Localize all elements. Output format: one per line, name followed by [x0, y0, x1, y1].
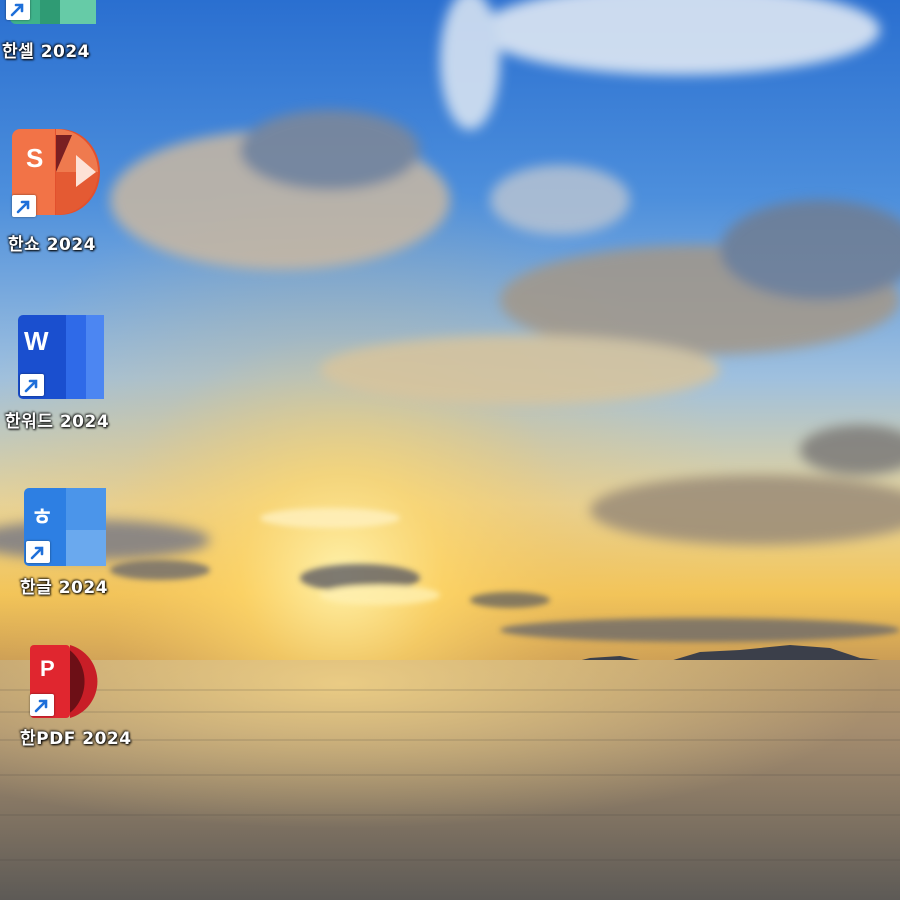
- hanshow-icon: S: [0, 125, 130, 225]
- svg-text:W: W: [24, 326, 49, 356]
- shortcut-label: 한PDF 2024: [20, 729, 132, 749]
- svg-text:ㅎ: ㅎ: [31, 503, 53, 531]
- shortcut-arrow-icon: [20, 374, 44, 396]
- shortcut-arrow-icon: [26, 541, 50, 563]
- hangul-icon: ㅎ: [0, 485, 130, 585]
- shortcut-label: 한글 2024: [20, 578, 109, 598]
- svg-text:P: P: [40, 656, 55, 681]
- svg-text:S: S: [26, 143, 43, 173]
- hanword-icon: W: [0, 312, 130, 412]
- shortcut-hangul[interactable]: ㅎ 한글 2024: [0, 485, 130, 615]
- shortcut-hanpdf[interactable]: P 한PDF 2024: [0, 642, 131, 772]
- desktop-wallpaper: [0, 0, 900, 900]
- shortcut-label: 한워드 2024: [5, 412, 110, 432]
- shortcut-arrow-icon: [30, 694, 54, 716]
- shortcut-hanword[interactable]: W 한워드 2024: [0, 312, 130, 442]
- shortcut-label: 한쇼 2024: [8, 235, 97, 255]
- shortcut-hanshow[interactable]: S 한쇼 2024: [0, 125, 130, 255]
- hancell-icon: [0, 0, 130, 40]
- shortcut-hancell[interactable]: 한셀 2024: [0, 0, 130, 70]
- shortcut-label: 한셀 2024: [2, 42, 91, 62]
- shortcut-arrow-icon: [6, 0, 30, 20]
- shortcut-arrow-icon: [12, 195, 36, 217]
